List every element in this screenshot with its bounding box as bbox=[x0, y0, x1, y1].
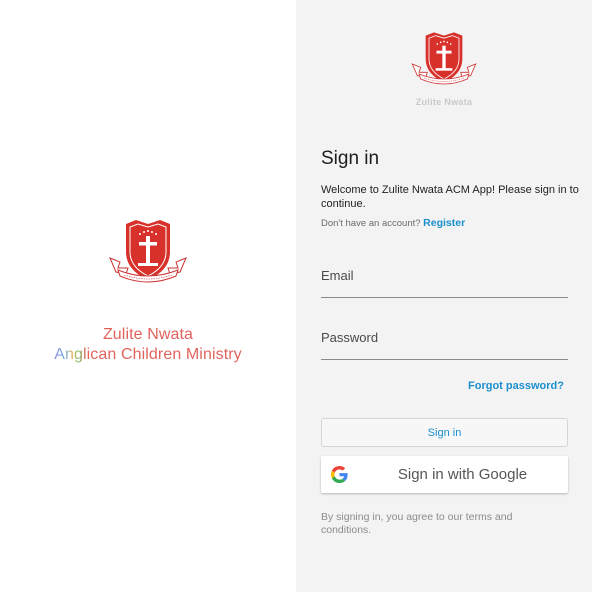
email-field[interactable] bbox=[321, 264, 568, 297]
register-prompt: Don't have an account? Register bbox=[321, 217, 465, 229]
signin-button[interactable]: Sign in bbox=[321, 418, 568, 447]
splash-title-line2-text: Anglican Children Ministry bbox=[54, 346, 242, 363]
welcome-message: Welcome to Zulite Nwata ACM App! Please … bbox=[321, 184, 579, 210]
password-field[interactable] bbox=[321, 326, 568, 359]
google-signin-button[interactable]: Sign in with Google bbox=[321, 456, 568, 493]
page-title: Sign in bbox=[321, 148, 380, 169]
forgot-password-link[interactable]: Forgot password? bbox=[468, 380, 564, 392]
acm-crest-logo bbox=[109, 220, 187, 283]
splash-title-line2: Anglican Children Ministry bbox=[0, 346, 296, 364]
email-field-container bbox=[321, 264, 568, 298]
no-account-text: Don't have an account? bbox=[321, 218, 421, 229]
brand-name: Zulite Nwata bbox=[415, 97, 473, 107]
splash-title-line1: Zulite Nwata bbox=[102, 326, 194, 343]
register-link[interactable]: Register bbox=[423, 217, 465, 229]
signin-panel: Zulite Nwata Sign in Welcome to Zulite N… bbox=[296, 0, 592, 592]
acm-crest-logo bbox=[411, 32, 477, 85]
terms-text: By signing in, you agree to our terms an… bbox=[321, 511, 513, 536]
google-signin-label: Sign in with Google bbox=[397, 466, 528, 483]
password-field-container bbox=[321, 326, 568, 360]
splash-panel: Zulite Nwata Anglican Children Ministry bbox=[0, 0, 296, 592]
